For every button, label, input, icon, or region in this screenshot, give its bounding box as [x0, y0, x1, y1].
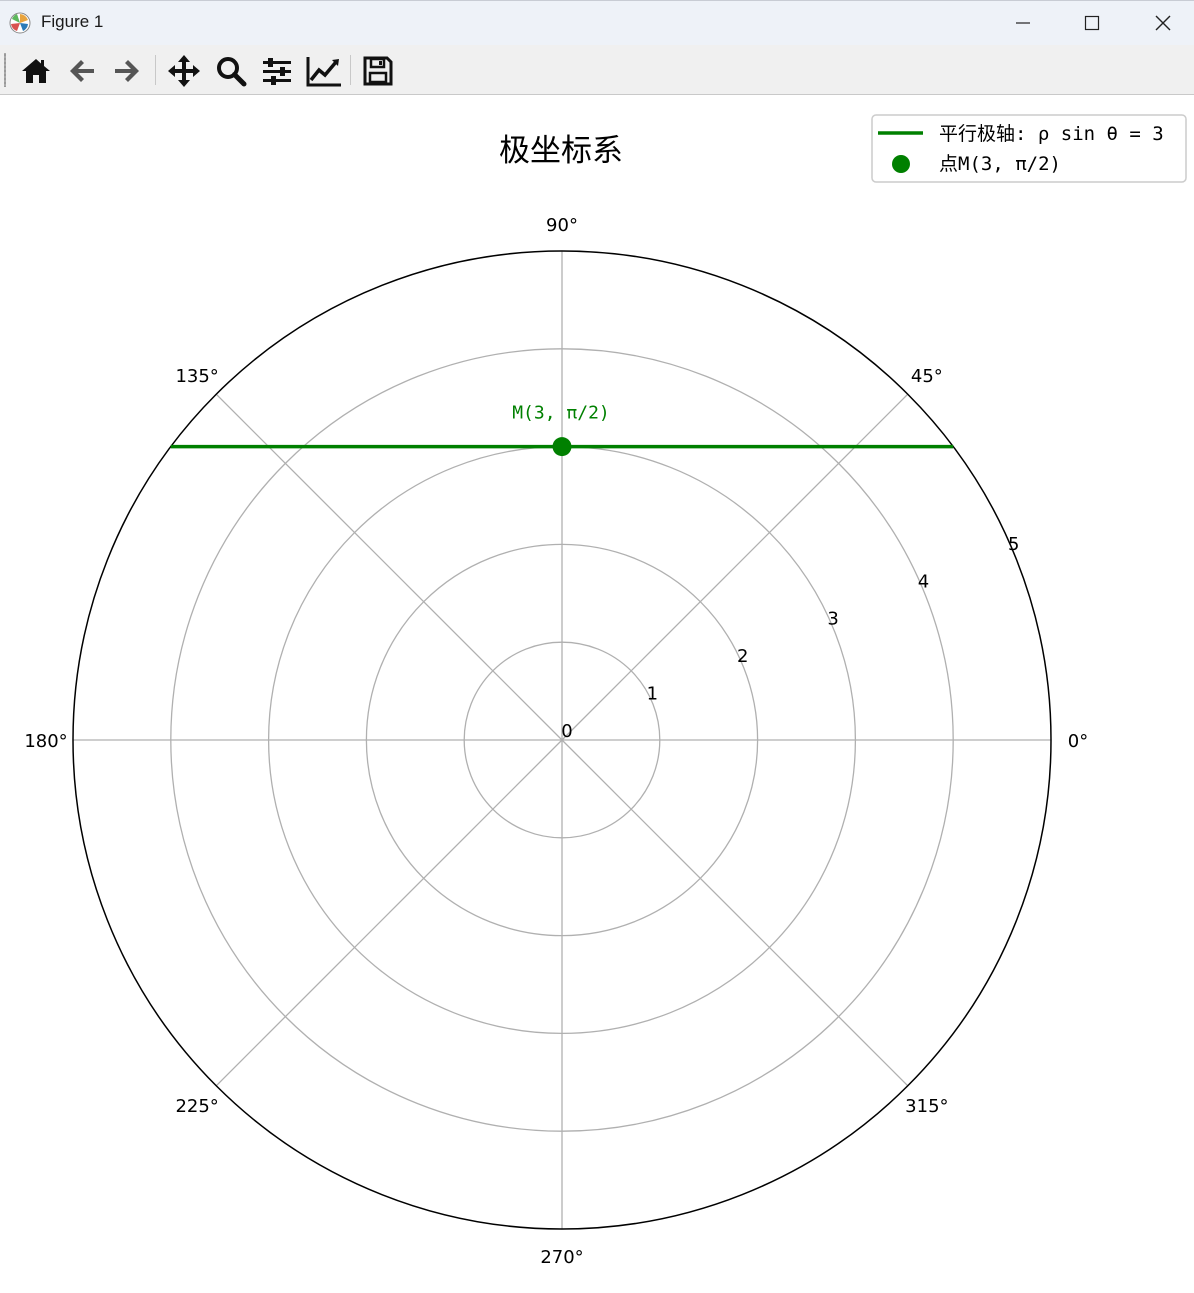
toolbar-separator: [155, 55, 156, 85]
home-button[interactable]: [16, 51, 56, 91]
chart-title: 极坐标系: [499, 133, 623, 169]
r-tick-label: 1: [647, 684, 658, 705]
sliders-icon: [263, 58, 291, 85]
r-tick-label: 0: [561, 721, 572, 742]
point-M-annotation: M(3, π/2): [512, 403, 610, 424]
toolbar-grip: [4, 53, 6, 87]
window-title: Figure 1: [41, 12, 104, 31]
maximize-button[interactable]: [1057, 1, 1127, 45]
legend: 平行极轴: ρ sin θ = 3 点M(3, π/2): [871, 114, 1187, 183]
theta-tick-label: 0°: [1068, 731, 1088, 752]
legend-entry-point: 点M(3, π/2): [939, 153, 1061, 175]
line-chart-icon: [306, 57, 341, 87]
matplotlib-logo-icon: [8, 11, 32, 35]
move-icon: [168, 55, 200, 87]
theta-tick-label: 315°: [905, 1096, 948, 1117]
magnifier-icon: [217, 57, 247, 87]
r-tick-label: 3: [827, 609, 838, 630]
theta-tick-label: 45°: [911, 366, 943, 387]
toolbar-separator: [350, 55, 351, 85]
back-button[interactable]: [62, 51, 102, 91]
r-tick-label: 4: [918, 571, 929, 592]
home-icon: [22, 59, 50, 83]
navigation-toolbar: [0, 45, 1194, 95]
theta-tick-label: 225°: [175, 1096, 218, 1117]
zoom-button[interactable]: [211, 51, 251, 91]
theta-tick-label: 270°: [540, 1247, 583, 1268]
arrow-right-icon: [115, 60, 139, 82]
theta-tick-label: 90°: [546, 215, 578, 236]
theta-tick-label: 180°: [24, 731, 67, 752]
point-M: [552, 437, 572, 457]
minimize-button[interactable]: [988, 1, 1058, 45]
floppy-disk-icon: [363, 56, 393, 86]
configure-subplots-button[interactable]: [257, 51, 297, 91]
maximize-icon: [1084, 15, 1100, 31]
save-button[interactable]: [358, 51, 398, 91]
theta-tick-label: 135°: [175, 366, 218, 387]
pan-button[interactable]: [164, 51, 204, 91]
title-bar: Figure 1: [0, 0, 1194, 45]
legend-entry-line: 平行极轴: ρ sin θ = 3: [939, 123, 1164, 145]
close-icon: [1155, 15, 1171, 31]
polar-chart: 0° 45° 90° 135° 180° 225° 270° 315° 0 1 2 3 4 5 M(3, π…: [0, 95, 1194, 1293]
r-tick-label: 5: [1008, 534, 1019, 555]
minimize-icon: [1016, 22, 1030, 24]
r-tick-label: 2: [737, 646, 748, 667]
arrow-left-icon: [70, 60, 94, 82]
edit-axes-button[interactable]: [304, 51, 344, 91]
close-button[interactable]: [1128, 1, 1194, 45]
forward-button[interactable]: [107, 51, 147, 91]
legend-point-swatch: [892, 155, 910, 173]
